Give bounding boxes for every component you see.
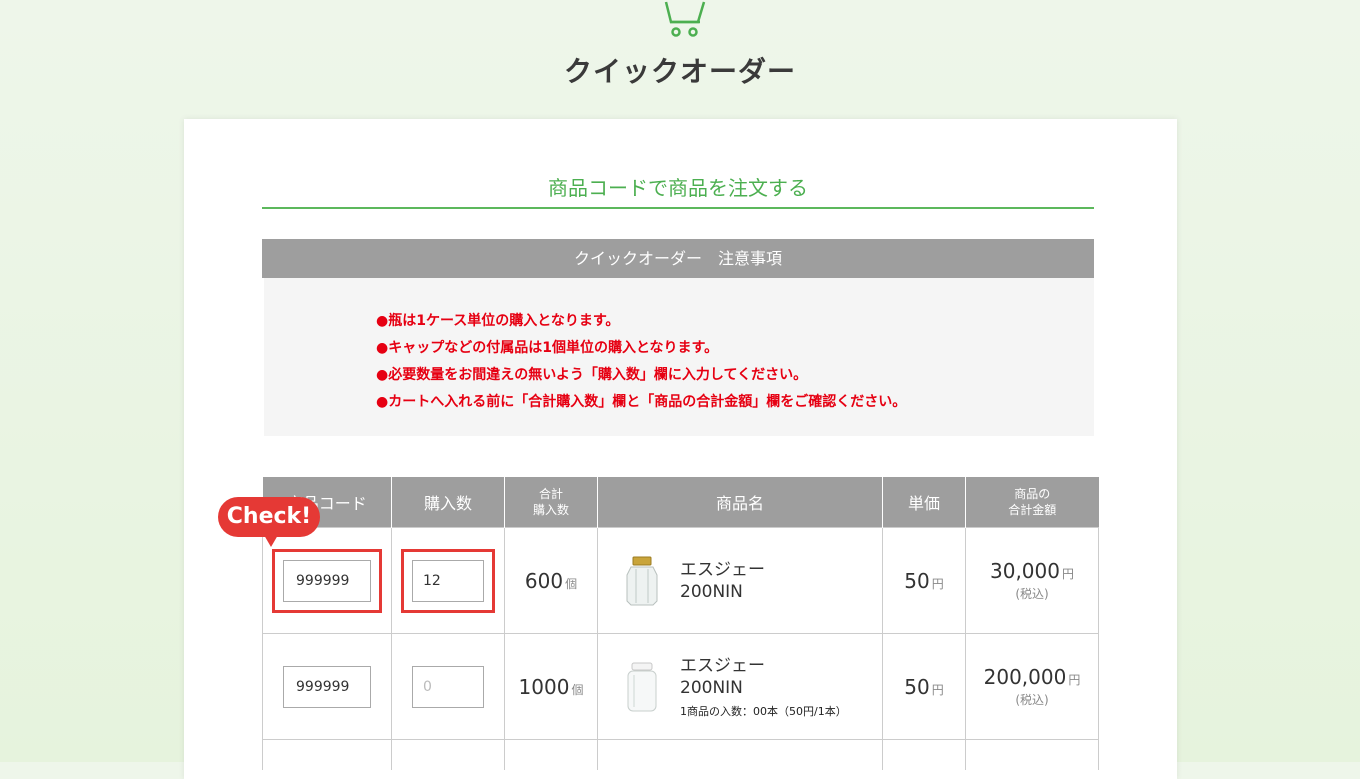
jar-icon — [627, 662, 657, 711]
qty-cell — [391, 633, 505, 740]
page-title: クイックオーダー — [563, 55, 796, 88]
price-cell: 50 円 — [882, 527, 966, 634]
price-unit: 円 — [931, 682, 944, 697]
total-qty-value: 1000 — [518, 674, 570, 699]
check-callout: Check! — [218, 497, 320, 547]
total-qty-value: 600 — [524, 568, 564, 593]
product-model: 200NIN — [680, 581, 743, 602]
code-cell — [262, 633, 392, 740]
total-price: 30,000 — [990, 559, 1060, 583]
header-total-price-line1: 商品の — [1014, 487, 1051, 501]
header-price: 単価 — [882, 477, 966, 528]
qty-highlight-box — [401, 548, 495, 613]
total-qty-cell: 600 個 — [504, 527, 598, 634]
table-row: 1000個 エスジェー 200NIN 1商品の入数：00本（50円/1本） — [262, 633, 1099, 740]
table-row: 600個 エスジェー 200NIN — [262, 527, 1099, 634]
product-cell: エスジェー 200NIN 1商品の入数：00本（50円/1本） — [597, 633, 883, 740]
price-cell: 50 円 — [882, 633, 966, 740]
total-qty-unit: 個 — [565, 576, 578, 591]
product-model: 200NIN — [680, 677, 743, 698]
notice-body: ●瓶は1ケース単位の購入となります。 ●キャップなどの付属品は1個単位の購入とな… — [264, 278, 1094, 436]
section-divider — [262, 207, 1094, 209]
table-row — [262, 739, 1099, 770]
total-price-unit: 円 — [1068, 673, 1081, 687]
header-total-qty-line1: 合計 — [538, 487, 563, 501]
product-code-input[interactable] — [283, 559, 371, 602]
code-highlight-box — [272, 548, 382, 613]
header-name: 商品名 — [597, 477, 883, 528]
table-header-row: 商品コード 購入数 合計 購入数 商品名 単価 商品の 合計金額 — [262, 477, 1099, 528]
notice-item: ●必要数量をお間違えの無いよう「購入数」欄に入力してください。 — [376, 367, 808, 383]
total-price-unit: 円 — [1061, 567, 1074, 581]
total-qty-cell: 1000 個 — [504, 633, 598, 740]
total-price-cell: 200,000 円 (税込) — [965, 633, 1099, 740]
cart-icon — [664, 1, 706, 37]
product-cell: エスジェー 200NIN — [597, 527, 883, 634]
header-total-price: 商品の 合計金額 — [965, 477, 1099, 528]
code-cell — [262, 527, 392, 634]
product-name: エスジェー — [680, 559, 765, 580]
quick-order-card: 商品コードで商品を注文する クイックオーダー 注意事項 ●瓶は1ケース単位の購入… — [184, 119, 1177, 779]
quantity-input[interactable] — [412, 665, 484, 708]
tax-label: (税込) — [1015, 587, 1049, 601]
header-total-qty-line2: 購入数 — [532, 503, 569, 517]
header-total-price-line2: 合計金額 — [1008, 503, 1057, 517]
notice-item: ●カートへ入れる前に「合計購入数」欄と「商品の合計金額」欄をご確認ください。 — [376, 394, 907, 410]
unit-price: 50 — [904, 674, 930, 699]
section-title: 商品コードで商品を注文する — [548, 176, 808, 200]
quantity-input[interactable] — [412, 559, 484, 602]
product-code-input[interactable] — [283, 665, 371, 708]
total-qty-unit: 個 — [571, 682, 584, 697]
price-unit: 円 — [931, 576, 944, 591]
notice-item: ●キャップなどの付属品は1個単位の購入となります。 — [376, 340, 719, 356]
product-pack-note: 1商品の入数：00本（50円/1本） — [680, 704, 847, 718]
header-qty: 購入数 — [391, 477, 505, 528]
tax-label: (税込) — [1015, 693, 1049, 707]
order-table: 商品コード 購入数 合計 購入数 商品名 単価 商品の 合計金額 999999 … — [262, 477, 1099, 770]
header-total-qty: 合計 購入数 — [504, 477, 598, 528]
notice-list: ●瓶は1ケース単位の購入となります。 ●キャップなどの付属品は1個単位の購入とな… — [376, 308, 906, 416]
unit-price: 50 — [904, 568, 930, 593]
product-name: エスジェー — [680, 655, 765, 676]
notice-item: ●瓶は1ケース単位の購入となります。 — [376, 313, 620, 329]
total-price-cell: 30,000 円 (税込) — [965, 527, 1099, 634]
total-price: 200,000 — [983, 665, 1067, 689]
qty-cell — [391, 527, 505, 634]
jar-icon — [626, 556, 658, 605]
notice-header: クイックオーダー 注意事項 — [262, 239, 1094, 278]
